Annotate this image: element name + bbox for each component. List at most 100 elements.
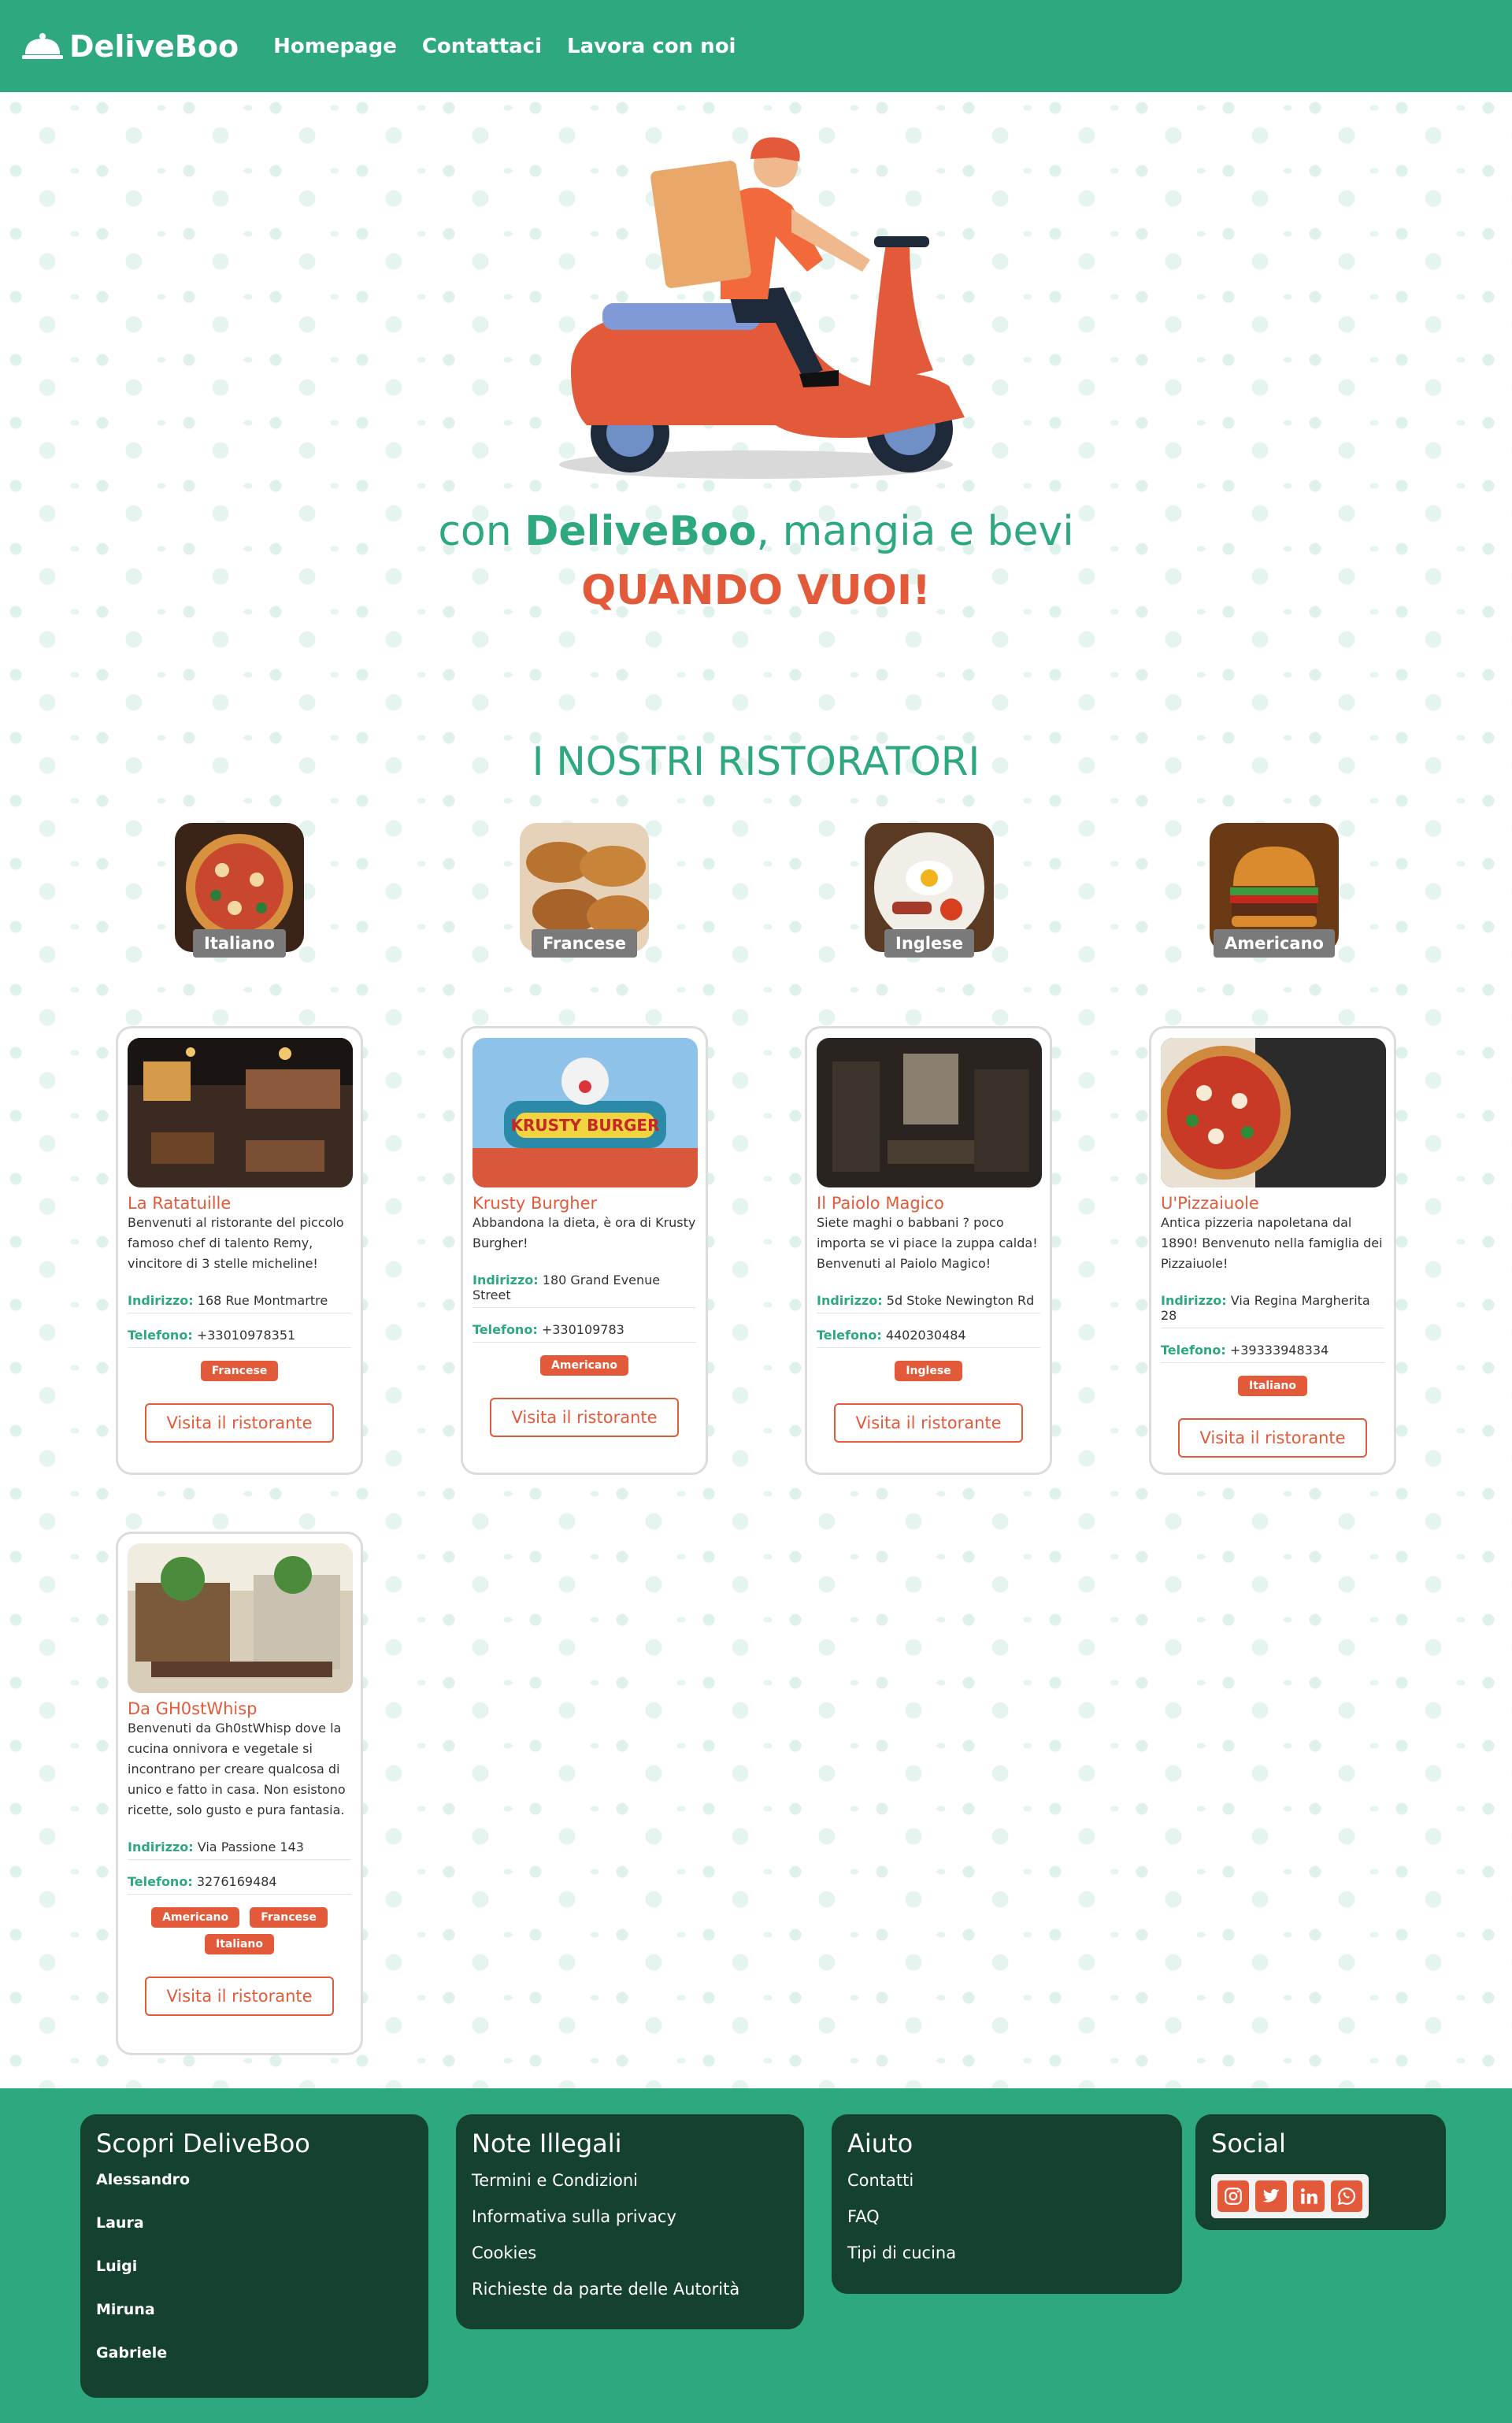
address-value: 168 Rue Montmartre: [197, 1293, 328, 1308]
restaurant-description: Abbandona la dieta, è ora di Krusty Burg…: [472, 1215, 696, 1250]
address-label: Indirizzo:: [472, 1273, 539, 1287]
hero-prefix: con: [438, 508, 512, 555]
footer-link-authority-requests[interactable]: Richieste da parte delle Autorità: [472, 2280, 788, 2299]
restaurant-image: [817, 1038, 1042, 1187]
phone-value: +39333948334: [1229, 1343, 1329, 1358]
visit-restaurant-button[interactable]: Visita il ristorante: [145, 1403, 334, 1443]
restaurant-address: Indirizzo: 168 Rue Montmartre: [128, 1285, 351, 1313]
restaurant-description: Siete maghi o babbani ? poco importa se …: [817, 1215, 1038, 1271]
hero-tagline: con DeliveBoo, mangia e bevi: [0, 508, 1512, 555]
visit-restaurant-button[interactable]: Visita il ristorante: [1178, 1418, 1367, 1458]
footer-link-terms[interactable]: Termini e Condizioni: [472, 2171, 788, 2190]
nav-homepage[interactable]: Homepage: [273, 35, 397, 58]
social-icons: [1211, 2174, 1369, 2218]
cuisine-badge: Francese: [200, 1361, 279, 1381]
cuisine-badge: Italiano: [205, 1934, 274, 1954]
hero-suffix: , mangia e bevi: [756, 508, 1074, 555]
footer: Scopri DeliveBoo Alessandro Laura Luigi …: [0, 2088, 1512, 2423]
address-value: 5d Stoke Newington Rd: [886, 1293, 1035, 1308]
restaurant-phone: Telefono: +39333948334: [1161, 1335, 1384, 1363]
restaurant-phone: Telefono: +33010978351: [128, 1320, 351, 1348]
team-member[interactable]: Luigi: [96, 2258, 413, 2275]
footer-link-cuisine-types[interactable]: Tipi di cucina: [847, 2243, 1166, 2262]
linkedin-icon[interactable]: [1293, 2180, 1325, 2212]
restaurant-phone: Telefono: 3276169484: [128, 1866, 351, 1895]
top-navbar: DeliveBoo Homepage Contattaci Lavora con…: [0, 0, 1512, 92]
nav-contattaci[interactable]: Contattaci: [422, 35, 542, 58]
cuisine-badges: Americano Francese Italiano: [128, 1907, 351, 1961]
footer-link-privacy[interactable]: Informativa sulla privacy: [472, 2207, 788, 2226]
address-label: Indirizzo:: [128, 1839, 194, 1854]
hero-highlight: QUANDO VUOI!: [581, 567, 931, 614]
visit-restaurant-button[interactable]: Visita il ristorante: [490, 1398, 679, 1437]
footer-discover: Scopri DeliveBoo Alessandro Laura Luigi …: [80, 2114, 428, 2398]
restaurant-name: Da GH0stWhisp: [128, 1699, 258, 1718]
restaurant-image: KRUSTY BURGER: [472, 1038, 698, 1187]
footer-discover-title: Scopri DeliveBoo: [96, 2128, 310, 2158]
team-member[interactable]: Alessandro: [96, 2171, 413, 2188]
footer-link-faq[interactable]: FAQ: [847, 2207, 1166, 2226]
category-inglese[interactable]: Inglese: [865, 823, 994, 963]
restaurant-address: Indirizzo: Via Passione 143: [128, 1832, 351, 1860]
cuisine-badge: Francese: [250, 1907, 328, 1928]
nav-lavora-con-noi[interactable]: Lavora con noi: [567, 35, 736, 58]
restaurant-card: Da GH0stWhisp Benvenuti da Gh0stWhisp do…: [116, 1532, 363, 2055]
brand-name: DeliveBoo: [69, 28, 239, 64]
cuisine-badge: Inglese: [895, 1361, 962, 1381]
krusty-sign-text: KRUSTY BURGER: [511, 1116, 660, 1135]
phone-label: Telefono:: [1161, 1343, 1226, 1358]
cuisine-badges: Italiano: [1161, 1376, 1384, 1402]
restaurant-name: Krusty Burgher: [472, 1194, 598, 1213]
section-title: I NOSTRI RISTORATORI: [532, 739, 980, 784]
brand-logo[interactable]: DeliveBoo: [22, 29, 239, 64]
category-label: Inglese: [884, 929, 974, 958]
restaurant-address: Indirizzo: Via Regina Margherita 28: [1161, 1285, 1384, 1328]
category-label: Francese: [532, 929, 637, 958]
visit-restaurant-button[interactable]: Visita il ristorante: [145, 1977, 334, 2016]
phone-label: Telefono:: [128, 1328, 193, 1343]
restaurant-name: La Ratatuille: [128, 1194, 232, 1213]
footer-legal: Note Illegali Termini e Condizioni Infor…: [456, 2114, 804, 2329]
team-member[interactable]: Laura: [96, 2214, 413, 2232]
category-italiano[interactable]: Italiano: [175, 823, 304, 963]
cuisine-badge: Americano: [540, 1355, 628, 1376]
instagram-icon[interactable]: [1217, 2180, 1249, 2212]
cuisine-badge: Americano: [151, 1907, 240, 1928]
footer-link-cookies[interactable]: Cookies: [472, 2243, 788, 2262]
address-label: Indirizzo:: [1161, 1293, 1227, 1308]
phone-label: Telefono:: [472, 1322, 538, 1337]
address-label: Indirizzo:: [128, 1293, 194, 1308]
delivery-scooter-illustration: [559, 137, 965, 479]
footer-help-title: Aiuto: [847, 2128, 914, 2158]
cuisine-badges: Inglese: [817, 1361, 1040, 1387]
footer-help: Aiuto Contatti FAQ Tipi di cucina: [832, 2114, 1182, 2294]
restaurant-description: Benvenuti al ristorante del piccolo famo…: [128, 1215, 344, 1271]
footer-link-contacts[interactable]: Contatti: [847, 2171, 1166, 2190]
restaurant-image: [128, 1543, 353, 1693]
category-americano[interactable]: Americano: [1210, 823, 1339, 963]
restaurant-phone: Telefono: +330109783: [472, 1314, 696, 1343]
restaurant-address: Indirizzo: 5d Stoke Newington Rd: [817, 1285, 1040, 1313]
phone-value: +33010978351: [196, 1328, 296, 1343]
category-francese[interactable]: Francese: [520, 823, 649, 963]
restaurant-card: Il Paiolo Magico Siete maghi o babbani ?…: [805, 1026, 1052, 1475]
restaurant-address: Indirizzo: 180 Grand Evenue Street: [472, 1265, 696, 1308]
restaurant-description: Antica pizzeria napoletana dal 1890! Ben…: [1161, 1215, 1383, 1271]
phone-value: 4402030484: [885, 1328, 966, 1343]
hero-brand: DeliveBoo: [524, 508, 757, 555]
cuisine-badges: Francese: [128, 1361, 351, 1387]
team-member[interactable]: Gabriele: [96, 2344, 413, 2362]
restaurant-card: KRUSTY BURGER Krusty Burgher Abbandona l…: [461, 1026, 708, 1475]
cloche-icon: [22, 32, 63, 59]
twitter-icon[interactable]: [1255, 2180, 1287, 2212]
restaurant-name: Il Paiolo Magico: [817, 1194, 944, 1213]
restaurant-image: [1161, 1038, 1386, 1187]
whatsapp-icon[interactable]: [1331, 2180, 1362, 2212]
phone-value: 3276169484: [196, 1874, 277, 1889]
footer-social: Social: [1195, 2114, 1446, 2230]
visit-restaurant-button[interactable]: Visita il ristorante: [834, 1403, 1023, 1443]
category-label: Americano: [1214, 929, 1335, 958]
restaurant-name: U'Pizzaiuole: [1161, 1194, 1259, 1213]
cuisine-badge: Italiano: [1238, 1376, 1307, 1396]
team-member[interactable]: Miruna: [96, 2301, 413, 2318]
